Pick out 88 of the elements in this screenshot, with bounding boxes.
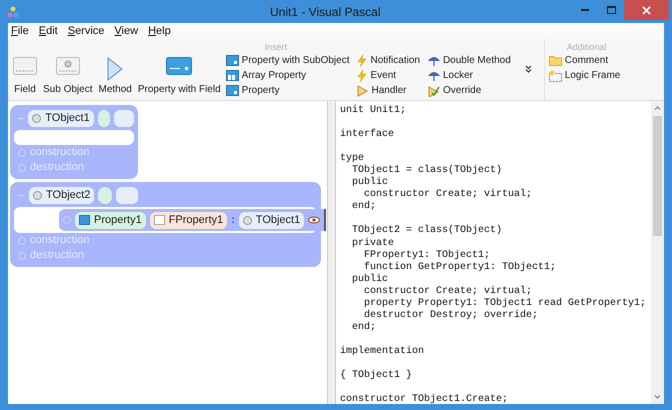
code-line: constructor TObject1.Create; bbox=[340, 394, 508, 404]
scroll-up-icon[interactable] bbox=[654, 106, 661, 110]
property-field-icon bbox=[166, 57, 192, 75]
umbrella-icon bbox=[428, 54, 440, 66]
code-line: destructor Destroy; override; bbox=[363, 310, 538, 322]
ribbon-small-button[interactable]: Double Method bbox=[428, 53, 511, 68]
close-icon bbox=[642, 6, 651, 14]
ribbon-large-button[interactable]: Property with Field bbox=[136, 53, 222, 97]
eye-icon bbox=[308, 216, 320, 224]
ribbon-small-button[interactable]: Comment bbox=[548, 53, 620, 68]
code-line: end; bbox=[351, 201, 376, 214]
scroll-thumb[interactable] bbox=[653, 116, 662, 236]
type-separator: : bbox=[231, 212, 235, 228]
ribbon-large-button[interactable]: Sub Object bbox=[42, 53, 94, 97]
close-button[interactable] bbox=[624, 0, 669, 20]
property-icon bbox=[226, 85, 239, 96]
override-icon bbox=[428, 84, 440, 96]
code-line: type bbox=[340, 153, 364, 164]
section-label: construction bbox=[30, 145, 90, 160]
ribbon-small-button[interactable]: Property bbox=[226, 83, 350, 98]
code-line: constructor Create; virtual; bbox=[363, 286, 532, 298]
object-icon bbox=[33, 190, 42, 200]
code-line: end; bbox=[351, 322, 376, 334]
lightning-icon bbox=[357, 70, 368, 82]
class-slot[interactable] bbox=[116, 186, 138, 204]
code-line: private bbox=[351, 238, 394, 250]
field-icon bbox=[154, 215, 165, 225]
ribbon-large-button[interactable]: Method bbox=[97, 53, 133, 97]
menu-item[interactable]: View bbox=[114, 22, 138, 40]
class-name-tag[interactable]: TObject2 bbox=[29, 186, 94, 204]
object-icon bbox=[242, 216, 252, 224]
sub-object-icon bbox=[56, 57, 80, 75]
class-name-tag[interactable]: TObject1 bbox=[28, 110, 94, 126]
section-label: destruction bbox=[30, 248, 84, 264]
ribbon-small-button[interactable]: Logic Frame bbox=[548, 68, 620, 83]
code-line: constructor Create; virtual; bbox=[363, 189, 532, 200]
menu-item[interactable]: Service bbox=[68, 22, 104, 40]
window-title: Unit1 - Visual Pascal bbox=[270, 4, 380, 20]
type-tag[interactable]: TObject1 bbox=[238, 212, 304, 228]
splitter[interactable] bbox=[328, 101, 336, 404]
code-line: unit Unit1; bbox=[340, 105, 406, 118]
array-property-icon bbox=[226, 70, 239, 81]
object-icon bbox=[32, 114, 42, 122]
scrollbar[interactable] bbox=[651, 101, 664, 404]
code-line: public bbox=[351, 177, 388, 189]
ribbon-small-button[interactable]: Override bbox=[428, 83, 511, 98]
group-title: Additional bbox=[566, 41, 606, 53]
code-line: property Property1: TObject1 read GetProperty1; bbox=[363, 298, 646, 310]
class-slot[interactable] bbox=[98, 110, 110, 126]
property-tag[interactable]: Property1 bbox=[75, 212, 146, 228]
umbrella-icon bbox=[428, 70, 440, 82]
app-logo-icon bbox=[6, 4, 20, 18]
ribbon-small-button[interactable]: Array Property bbox=[226, 68, 350, 83]
ribbon-small-button[interactable]: Handler bbox=[357, 83, 420, 98]
ribbon-small-button[interactable]: Locker bbox=[428, 68, 511, 83]
menu-item[interactable]: File bbox=[11, 22, 29, 40]
property-icon bbox=[226, 55, 239, 66]
folder-icon bbox=[548, 55, 562, 66]
radio-icon bbox=[63, 216, 71, 224]
triangle-icon bbox=[107, 57, 124, 81]
section-label: destruction bbox=[30, 160, 84, 176]
class-slot[interactable] bbox=[114, 110, 134, 126]
code-line: TObject1 = class(TObject) bbox=[351, 165, 502, 176]
ribbon-large-button[interactable]: Field bbox=[12, 53, 38, 97]
class-slot[interactable] bbox=[98, 186, 112, 204]
scroll-down-icon[interactable] bbox=[654, 395, 661, 399]
ribbon-small-button[interactable]: Notification bbox=[357, 53, 420, 68]
dashed-frame-icon bbox=[548, 70, 562, 82]
expand-chevron-icon[interactable] bbox=[524, 65, 532, 73]
code-line: FProperty1: TObject1; bbox=[363, 250, 490, 262]
code-line: function GetProperty1: TObject1; bbox=[363, 262, 556, 274]
section-label: construction bbox=[30, 233, 90, 248]
lightning-icon bbox=[357, 54, 368, 66]
code-line: implementation bbox=[340, 346, 424, 358]
member-row[interactable]: Property1 FProperty1 : TObject1 bbox=[59, 209, 326, 231]
code-line: public bbox=[351, 274, 388, 286]
menu-item[interactable]: Help bbox=[148, 22, 171, 40]
code-line: { TObject1 } bbox=[340, 370, 412, 382]
property-icon bbox=[79, 215, 90, 225]
group-title: Insert bbox=[264, 41, 288, 53]
ribbon-small-button[interactable]: Event bbox=[357, 68, 420, 83]
handler-icon bbox=[357, 84, 368, 96]
code-line: TObject2 = class(TObject) bbox=[351, 225, 502, 238]
menu-item[interactable]: Edit bbox=[38, 22, 58, 40]
field-tag[interactable]: FProperty1 bbox=[150, 212, 228, 228]
code-line: interface bbox=[340, 129, 394, 142]
ribbon-small-button[interactable]: Property with SubObject bbox=[226, 53, 350, 68]
field-icon bbox=[13, 57, 37, 75]
